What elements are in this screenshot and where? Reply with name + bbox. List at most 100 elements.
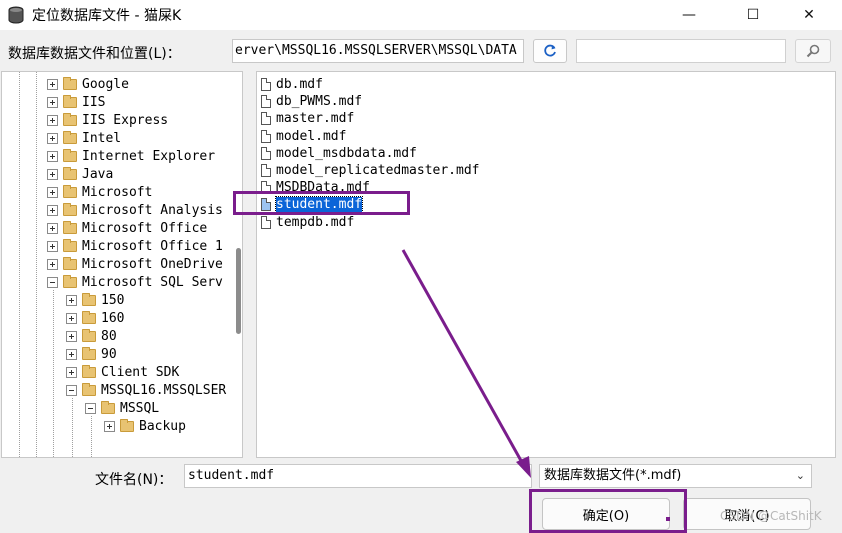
expand-icon[interactable] <box>47 222 58 234</box>
collapse-icon[interactable] <box>47 276 58 288</box>
tree-item[interactable]: Internet Explorer <box>47 147 215 165</box>
tree-item[interactable]: IIS <box>47 93 105 111</box>
tree-guide-line <box>53 290 54 457</box>
tree-item[interactable]: 90 <box>66 345 117 363</box>
folder-icon <box>82 382 96 396</box>
tree-item-label: Intel <box>82 130 122 146</box>
annotation-box-ok <box>529 489 687 533</box>
file-icon <box>261 95 271 109</box>
collapse-icon[interactable] <box>85 402 96 414</box>
tree-item-label: Microsoft OneDrive <box>82 256 223 272</box>
folder-icon <box>82 310 96 324</box>
tree-item[interactable]: MSSQL16.MSSQLSER <box>66 381 226 399</box>
minimize-button[interactable]: — <box>666 0 712 30</box>
expand-icon[interactable] <box>66 348 77 360</box>
tree-item[interactable]: Backup <box>104 417 186 435</box>
tree-item[interactable]: Google <box>47 75 129 93</box>
tree-item-label: MSSQL16.MSSQLSER <box>101 382 227 398</box>
tree-item-label: Microsoft Office 1 <box>82 238 223 254</box>
expand-icon[interactable] <box>47 132 58 144</box>
file-item-name: db.mdf <box>276 77 323 92</box>
tree-item[interactable]: Microsoft Office 1 <box>47 237 223 255</box>
window-title: 定位数据库文件 - 猫屎K <box>32 8 182 24</box>
file-item-name: db_PWMS.mdf <box>276 94 363 110</box>
tree-item[interactable]: Microsoft OneDrive <box>47 255 223 273</box>
expand-icon[interactable] <box>47 204 58 216</box>
file-item[interactable]: db.mdf <box>261 76 323 93</box>
tree-item-label: Client SDK <box>101 364 180 380</box>
location-path-text: erver\MSSQL16.MSSQLSERVER\MSSQL\DATA <box>235 43 517 58</box>
expand-icon[interactable] <box>47 240 58 252</box>
expand-icon[interactable] <box>47 258 58 270</box>
filetype-select[interactable]: 数据库数据文件(*.mdf) ⌄ <box>539 464 812 488</box>
close-button[interactable]: ✕ <box>786 0 832 30</box>
expand-icon[interactable] <box>47 96 58 108</box>
tree-item-label: Internet Explorer <box>82 148 216 164</box>
expand-icon[interactable] <box>66 330 77 342</box>
tree-item[interactable]: Microsoft SQL Serv <box>47 273 223 291</box>
folder-icon <box>82 346 96 360</box>
tree-item[interactable]: Java <box>47 165 113 183</box>
expand-icon[interactable] <box>47 168 58 180</box>
tree-item-label: 160 <box>101 310 125 326</box>
location-label: 数据库数据文件和位置(L)： <box>8 46 181 62</box>
search-input[interactable] <box>576 39 786 63</box>
file-item[interactable]: tempdb.mdf <box>261 214 354 231</box>
tree-item-label: Microsoft Analysis <box>82 202 223 218</box>
file-item[interactable]: model.mdf <box>261 128 346 145</box>
chevron-down-icon: ⌄ <box>795 469 805 482</box>
tree-item[interactable]: IIS Express <box>47 111 168 129</box>
maximize-button[interactable]: ☐ <box>730 0 776 30</box>
search-icon <box>806 44 820 58</box>
expand-icon[interactable] <box>47 114 58 126</box>
filetype-selected: 数据库数据文件(*.mdf) <box>544 468 682 483</box>
folder-icon <box>63 130 77 144</box>
tree-item-label: 90 <box>101 346 117 362</box>
filename-label: 文件名(N)： <box>95 472 173 488</box>
close-icon: ✕ <box>803 7 815 23</box>
tree-item[interactable]: 160 <box>66 309 124 327</box>
file-item[interactable]: db_PWMS.mdf <box>261 93 362 110</box>
file-item-name: model_replicatedmaster.mdf <box>276 163 480 178</box>
expand-icon[interactable] <box>66 366 77 378</box>
collapse-icon[interactable] <box>66 384 77 396</box>
tree-item[interactable]: MSSQL <box>85 399 159 417</box>
file-item[interactable]: model_msdbdata.mdf <box>261 145 417 162</box>
tree-item[interactable]: Microsoft Office <box>47 219 207 237</box>
tree-vertical-scrollbar[interactable] <box>236 248 241 334</box>
tree-item[interactable]: 150 <box>66 291 124 309</box>
tree-guide-line <box>72 398 73 457</box>
folder-icon <box>63 112 77 126</box>
file-icon <box>261 146 271 160</box>
folder-icon <box>63 94 77 108</box>
file-icon <box>261 129 271 143</box>
annotation-box-file <box>233 191 410 215</box>
expand-icon[interactable] <box>47 186 58 198</box>
file-list[interactable]: db.mdf db_PWMS.mdf master.mdf model.mdf mode… <box>256 71 836 458</box>
tree-item[interactable]: Client SDK <box>66 363 179 381</box>
tree-item-label: Google <box>82 76 129 92</box>
tree-item[interactable]: Microsoft <box>47 183 152 201</box>
search-button[interactable] <box>795 39 831 63</box>
file-item-name: tempdb.mdf <box>276 214 355 230</box>
refresh-button[interactable] <box>533 39 567 63</box>
folder-icon <box>63 76 77 90</box>
filename-input[interactable]: student.mdf <box>184 464 532 488</box>
tree-item[interactable]: Intel <box>47 129 121 147</box>
location-path-input[interactable]: erver\MSSQL16.MSSQLSERVER\MSSQL\DATA <box>232 39 524 63</box>
folder-icon <box>63 184 77 198</box>
tree-guide-line <box>19 72 20 457</box>
tree-item[interactable]: Microsoft Analysis <box>47 201 223 219</box>
folder-icon <box>82 364 96 378</box>
expand-icon[interactable] <box>104 420 115 432</box>
expand-icon[interactable] <box>66 294 77 306</box>
folder-icon <box>82 292 96 306</box>
expand-icon[interactable] <box>47 78 58 90</box>
tree-item[interactable]: 80 <box>66 327 117 345</box>
expand-icon[interactable] <box>66 312 77 324</box>
folder-tree[interactable]: Google IIS IIS Express Intel Internet Explor… <box>1 71 243 458</box>
expand-icon[interactable] <box>47 150 58 162</box>
file-item[interactable]: model_replicatedmaster.mdf <box>261 162 480 179</box>
file-item[interactable]: master.mdf <box>261 110 354 127</box>
folder-icon <box>63 202 77 216</box>
